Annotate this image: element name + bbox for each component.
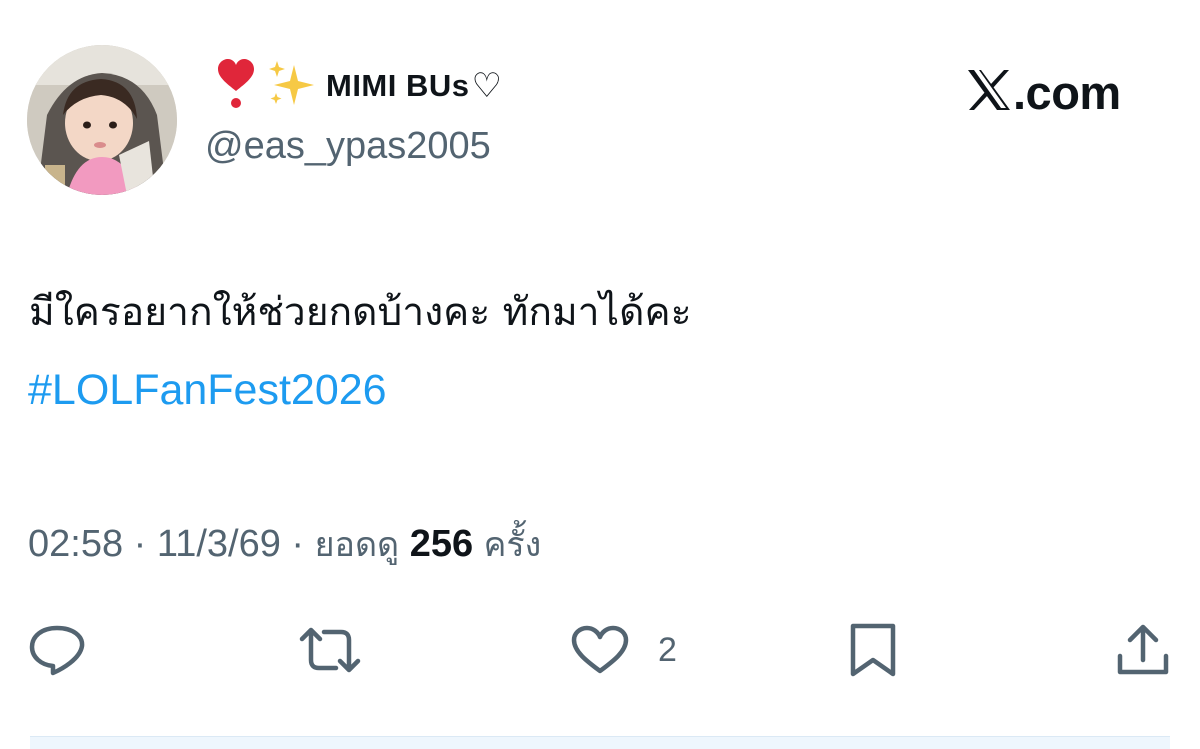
heart-icon (571, 625, 629, 674)
name-suffix: ♡ (471, 66, 502, 106)
avatar[interactable] (27, 45, 177, 195)
next-card-edge (30, 736, 1170, 749)
share-button[interactable] (1115, 620, 1171, 680)
views-count[interactable]: 256 (410, 523, 473, 565)
views-label: ยอดดู (314, 525, 400, 565)
reply-button[interactable] (28, 620, 86, 680)
brand-logo: .com (966, 62, 1121, 122)
heart-exclamation-icon (214, 57, 258, 116)
author-display-name: MIMI BUs (326, 68, 470, 103)
tweet-date[interactable]: 11/3/69 (157, 523, 281, 565)
avatar-photo (27, 45, 177, 195)
author-name[interactable]: MIMI BUs ♡ (214, 58, 502, 114)
like-button[interactable]: 2 (570, 620, 677, 680)
share-icon (1117, 624, 1169, 675)
action-bar: 2 (0, 620, 1200, 680)
retweet-icon (299, 627, 361, 673)
tweet-meta: 02:58 · 11/3/69 · ยอดดู 256 ครั้ง (28, 516, 541, 573)
bookmark-icon (850, 623, 896, 677)
brand-text: .com (1013, 65, 1121, 119)
meta-separator: · (123, 523, 157, 565)
meta-separator: · (280, 523, 315, 565)
retweet-button[interactable] (298, 620, 362, 680)
hashtag-link[interactable]: #LOLFanFest2026 (28, 360, 387, 420)
tweet-text: มีใครอยากให้ช่วยกดบ้างคะ ทักมาได้คะ (29, 290, 692, 335)
tweet-card: MIMI BUs ♡ @eas_ypas2005 .com มีใครอยากใ… (0, 0, 1200, 749)
bookmark-button[interactable] (848, 620, 898, 680)
author-handle[interactable]: @eas_ypas2005 (205, 125, 491, 168)
tweet-time[interactable]: 02:58 (28, 523, 123, 565)
reply-icon (29, 625, 85, 676)
like-count: 2 (658, 630, 677, 669)
x-logo-icon (966, 68, 1012, 117)
sparkles-icon (264, 57, 320, 116)
views-unit: ครั้ง (483, 525, 542, 565)
